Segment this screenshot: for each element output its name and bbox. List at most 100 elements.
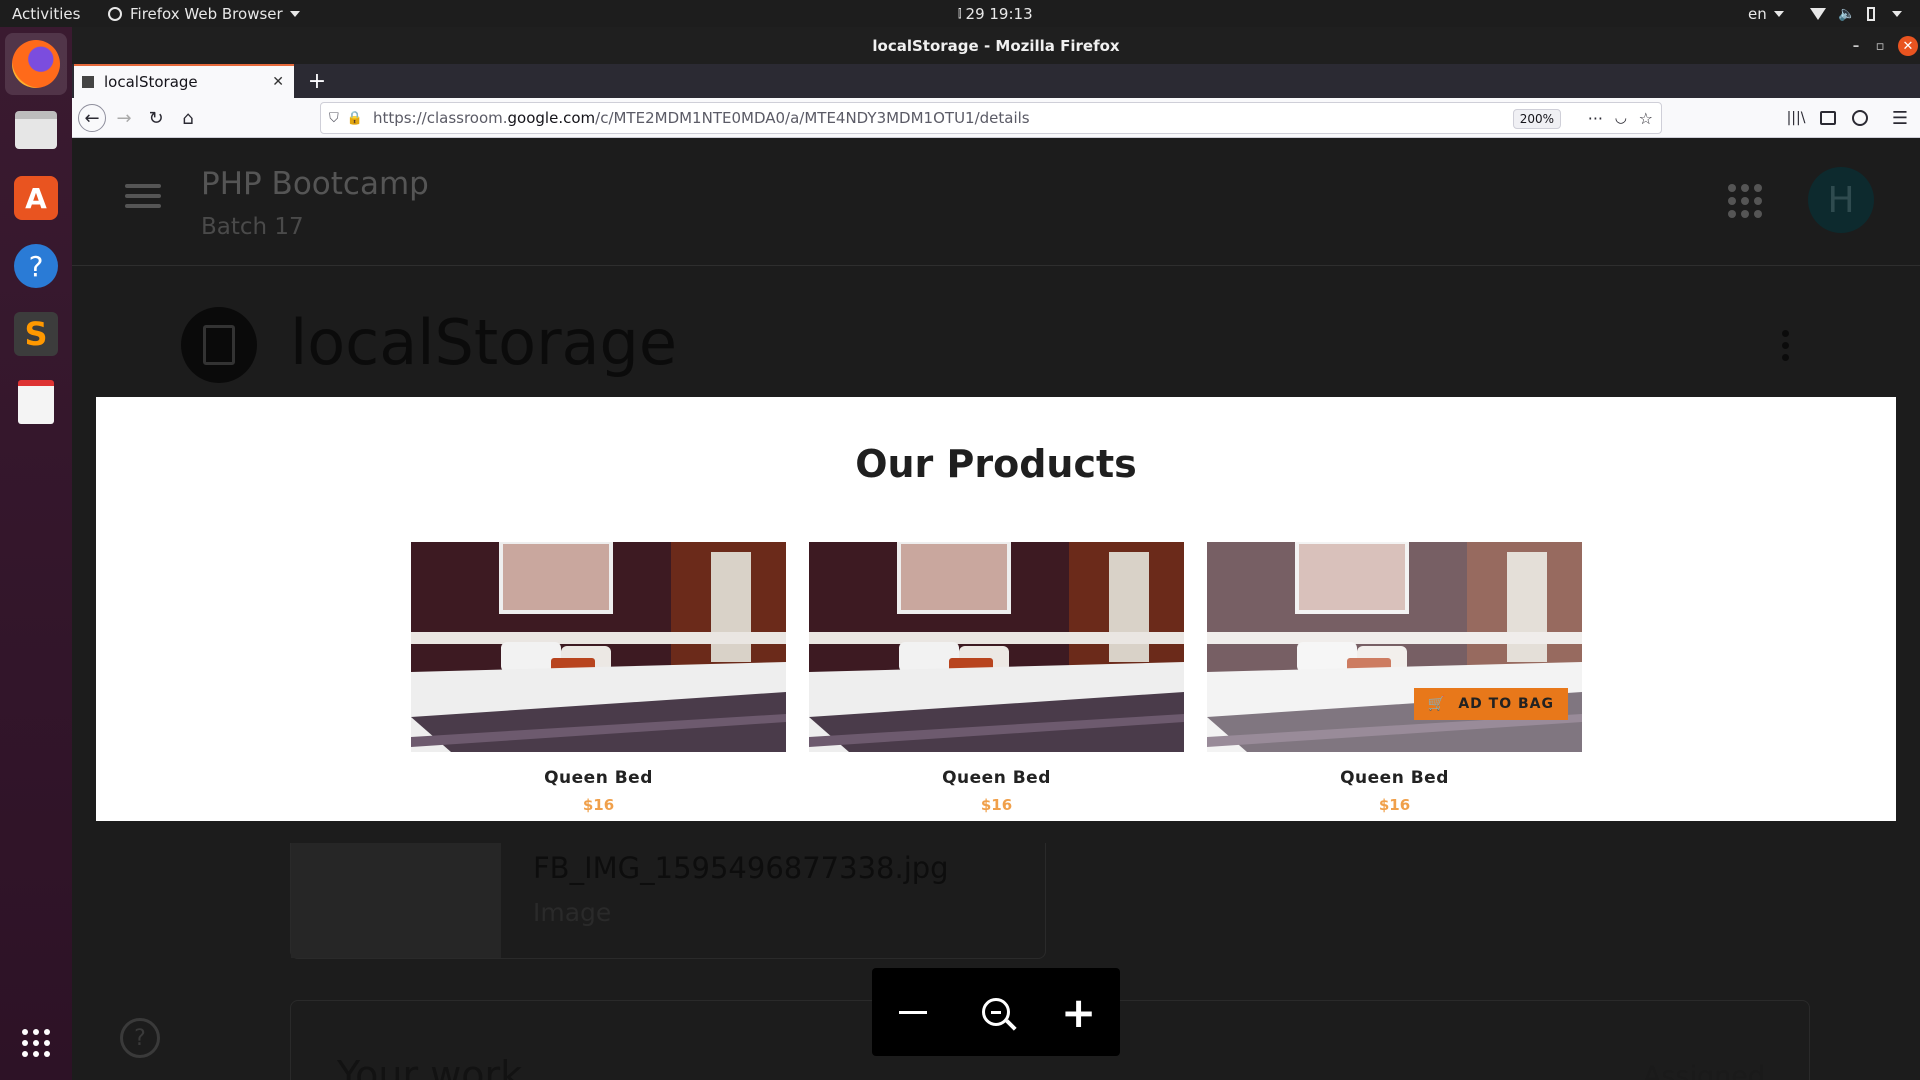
dock-sublime[interactable]: S: [5, 303, 67, 365]
minus-icon: [899, 1010, 928, 1014]
product-price: $16: [582, 796, 615, 814]
page-favicon-icon: [82, 76, 94, 88]
system-status-menu[interactable]: 🔈: [1810, 0, 1903, 27]
dock-software[interactable]: A: [5, 167, 67, 229]
assignment-icon: [181, 307, 257, 383]
minimize-button[interactable]: –: [1846, 36, 1866, 56]
files-icon: [15, 111, 57, 149]
sidebar-icon: [1820, 111, 1836, 125]
bed-photo: [411, 542, 786, 752]
close-tab-icon[interactable]: ✕: [272, 74, 284, 90]
product-card[interactable]: Queen Bed $16: [809, 542, 1184, 814]
activities-button[interactable]: Activities: [12, 0, 80, 27]
product-name: Queen Bed: [544, 768, 653, 788]
url-prefix: https://classroom.: [372, 109, 508, 127]
add-to-bag-label: AD TO BAG: [1458, 696, 1554, 712]
close-window-button[interactable]: ✕: [1898, 36, 1918, 56]
url-domain: google.com: [507, 109, 596, 127]
bed-photo: [1207, 542, 1582, 752]
notification-icon: ⫿: [958, 6, 962, 20]
lock-icon: 🔒: [346, 110, 363, 126]
class-section: Batch 17: [201, 214, 304, 240]
avatar[interactable]: H: [1808, 167, 1874, 233]
zoom-reset-button[interactable]: [976, 992, 1017, 1032]
maximize-button[interactable]: ▫: [1870, 36, 1890, 56]
navigation-toolbar: ← → ↻ ⌂ ⛉ 🔒 https://classroom. google.com…: [72, 98, 1920, 138]
product-name: Queen Bed: [1340, 768, 1449, 788]
arrow-right-icon: →: [116, 107, 132, 129]
google-apps-icon[interactable]: [1728, 184, 1762, 218]
product-image: [809, 542, 1184, 752]
firefox-small-icon: [108, 6, 122, 21]
chevron-down-icon: [1892, 10, 1903, 17]
dock-help[interactable]: ?: [5, 235, 67, 297]
chevron-down-icon: [1773, 10, 1784, 17]
cart-icon: 🛒: [1427, 696, 1447, 712]
zoom-level-badge[interactable]: 200%: [1512, 109, 1561, 129]
app-grid-icon: [22, 1029, 50, 1057]
app-menu[interactable]: Firefox Web Browser: [108, 0, 300, 27]
ubuntu-dock: A ? S: [0, 27, 72, 1080]
forward-button[interactable]: →: [110, 104, 138, 132]
pocket-icon[interactable]: ◡: [1615, 110, 1627, 126]
attachment-type: Image: [533, 898, 612, 927]
class-name[interactable]: PHP Bootcamp: [201, 166, 429, 202]
dock-firefox[interactable]: [5, 33, 67, 95]
dock-document-viewer[interactable]: [5, 371, 67, 433]
language-indicator[interactable]: en: [1748, 0, 1784, 27]
work-status: Assigned: [1642, 1061, 1765, 1080]
window-titlebar: localStorage - Mozilla Firefox – ▫ ✕: [72, 27, 1920, 64]
open-menu-button[interactable]: ☰: [1886, 104, 1914, 132]
home-icon: ⌂: [182, 107, 194, 129]
account-icon: [1852, 110, 1868, 126]
reload-button[interactable]: ↻: [142, 104, 170, 132]
sublime-text-icon: S: [14, 312, 58, 356]
product-price: $16: [1378, 796, 1411, 814]
new-tab-button[interactable]: +: [304, 68, 330, 94]
image-zoom-controls: +: [872, 968, 1120, 1056]
url-path: /c/MTE2MDM1NTE0MDA0/a/MTE4NDY3MDM1OTU1/d…: [595, 109, 1030, 127]
zoom-in-button[interactable]: +: [1059, 988, 1099, 1037]
url-bar[interactable]: ⛉ 🔒 https://classroom. google.com/c/MTE2M…: [320, 102, 1662, 134]
show-applications-button[interactable]: [5, 1012, 67, 1074]
dock-files[interactable]: [5, 99, 67, 161]
product-modal: Our Products Queen Bed $16 Queen Bed $16…: [96, 397, 1896, 821]
plus-icon: +: [1061, 987, 1097, 1037]
product-image: [411, 542, 786, 752]
hamburger-menu-icon: ☰: [1891, 107, 1909, 129]
wifi-icon: [1810, 7, 1826, 20]
library-button[interactable]: |||\: [1782, 104, 1810, 132]
account-button[interactable]: [1846, 104, 1874, 132]
home-button[interactable]: ⌂: [174, 104, 202, 132]
window-title: localStorage - Mozilla Firefox: [872, 36, 1120, 55]
back-button[interactable]: ←: [78, 104, 106, 132]
product-name: Queen Bed: [942, 768, 1051, 788]
classroom-header: PHP Bootcamp Batch 17 H: [72, 138, 1920, 266]
product-card[interactable]: Queen Bed $16: [411, 542, 786, 814]
attachment-card[interactable]: FB_IMG_1595496877338.jpg Image: [290, 843, 1046, 959]
bookmark-star-icon[interactable]: ☆: [1639, 109, 1653, 128]
battery-icon: [1867, 6, 1876, 21]
reload-icon: ↻: [148, 107, 164, 129]
your-work-heading: Your work: [337, 1053, 523, 1080]
more-options-icon[interactable]: [1782, 330, 1789, 361]
attachment-name: FB_IMG_1595496877338.jpg: [533, 851, 949, 885]
tab-localstorage[interactable]: localStorage ✕: [74, 64, 294, 98]
sidebar-button[interactable]: [1814, 104, 1842, 132]
product-price: $16: [980, 796, 1013, 814]
help-icon[interactable]: ?: [120, 1018, 160, 1058]
clock[interactable]: ⫿ 29 19:13: [958, 0, 1033, 27]
firefox-icon: [12, 40, 60, 88]
library-icon: |||\: [1786, 110, 1806, 126]
assignment-title: localStorage: [290, 306, 678, 379]
add-to-bag-button[interactable]: 🛒 AD TO BAG: [1413, 688, 1568, 720]
help-icon: ?: [14, 244, 58, 288]
attachment-thumbnail: [291, 843, 501, 958]
product-image: 🛒 AD TO BAG: [1207, 542, 1582, 752]
chevron-down-icon: [289, 10, 300, 17]
zoom-out-button[interactable]: [893, 992, 933, 1032]
product-card-hovered[interactable]: 🛒 AD TO BAG Queen Bed $16: [1207, 542, 1582, 814]
page-actions-icon[interactable]: ···: [1588, 109, 1603, 128]
volume-icon: 🔈: [1838, 5, 1856, 22]
main-menu-icon[interactable]: [125, 178, 161, 214]
